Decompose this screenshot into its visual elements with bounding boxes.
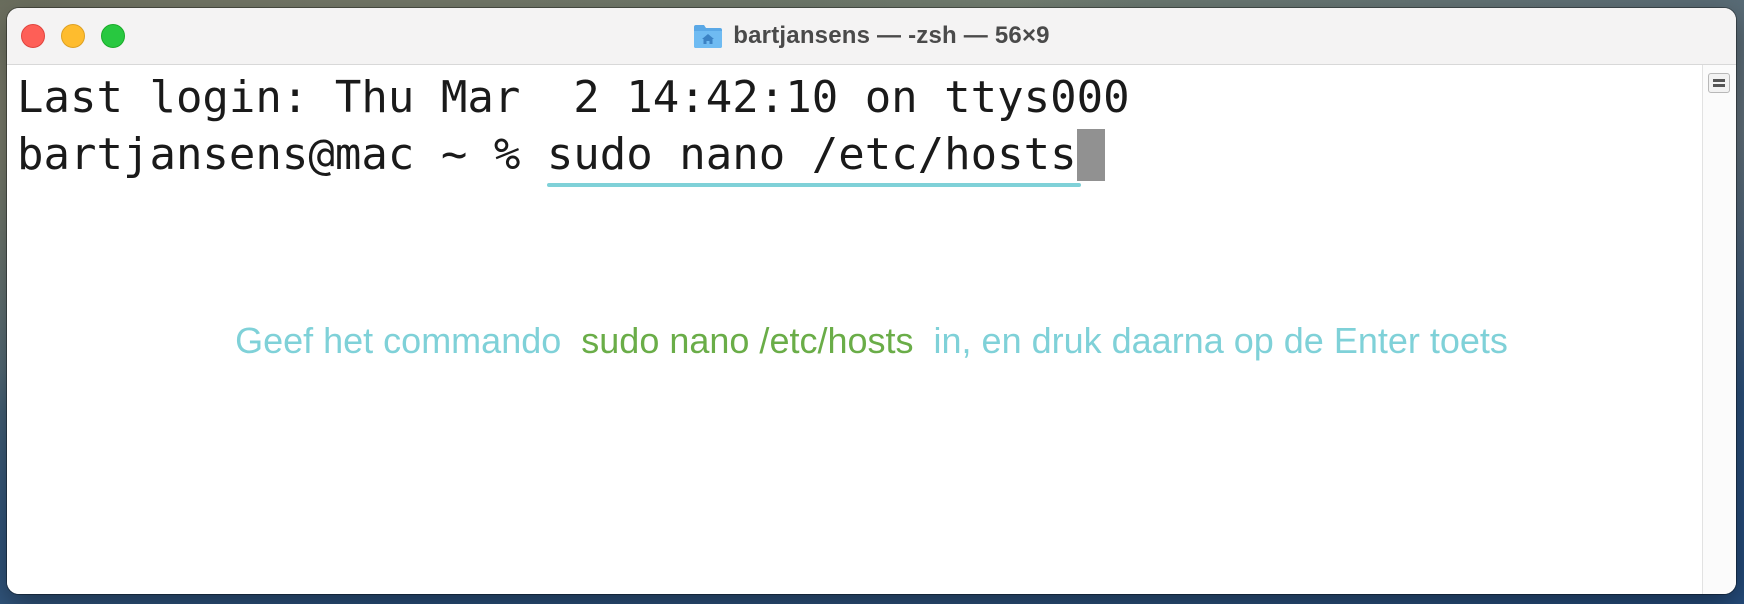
typed-command-wrap: sudo nano /etc/hosts	[546, 127, 1081, 187]
window-title: bartjansens — -zsh — 56×9	[733, 22, 1050, 49]
prompt-line: bartjansens@mac ~ % sudo nano /etc/hosts	[17, 127, 1105, 187]
last-login-line: Last login: Thu Mar 2 14:42:10 on ttys00…	[17, 72, 1130, 123]
terminal-content[interactable]: Last login: Thu Mar 2 14:42:10 on ttys00…	[7, 65, 1703, 594]
terminal-window: bartjansens — -zsh — 56×9 Last login: Th…	[7, 8, 1736, 594]
marks-menu-icon[interactable]	[1708, 73, 1730, 93]
home-folder-icon	[693, 23, 723, 49]
shell-prompt: bartjansens@mac ~ %	[17, 129, 547, 180]
annotation-command: sudo nano /etc/hosts	[581, 320, 914, 361]
window-title-group: bartjansens — -zsh — 56×9	[7, 8, 1736, 64]
title-bar[interactable]: bartjansens — -zsh — 56×9	[7, 8, 1736, 65]
scroll-gutter[interactable]	[1702, 65, 1736, 594]
command-underline	[546, 183, 1081, 187]
instruction-annotation: Geef het commando sudo nano /etc/hosts i…	[7, 320, 1736, 362]
annotation-text-start: Geef het commando	[235, 320, 562, 361]
annotation-text-end: in, en druk daarna op de Enter toets	[933, 320, 1508, 361]
text-cursor	[1076, 129, 1105, 181]
typed-command: sudo nano /etc/hosts	[546, 129, 1077, 180]
